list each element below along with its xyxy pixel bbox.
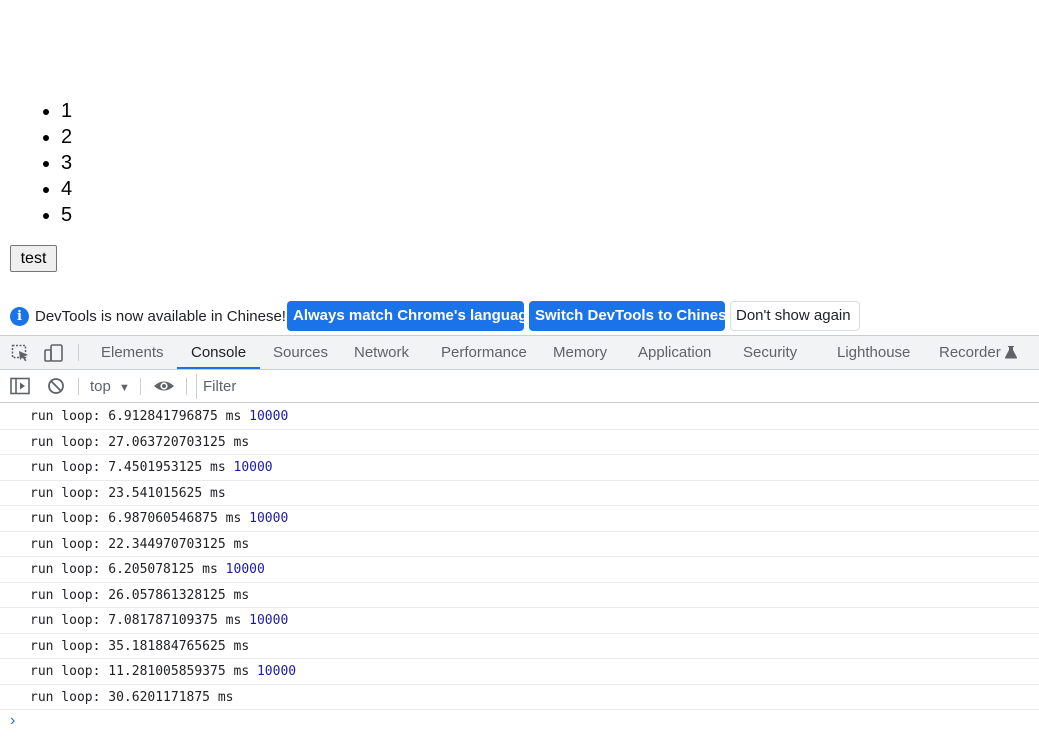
infobar-message: DevTools is now available in Chinese! [35, 308, 286, 325]
message-count: 10000 [249, 511, 289, 526]
always-match-language-button[interactable]: Always match Chrome's language [287, 301, 536, 331]
live-expression-icon[interactable] [153, 377, 175, 395]
console-message: run loop: 7.081787109375 ms 10000 [0, 608, 1039, 634]
message-count: 10000 [256, 664, 297, 679]
console-prompt-icon[interactable]: › [10, 711, 15, 731]
console-message: run loop: 22.344970703125 ms [0, 532, 1039, 557]
dont-show-again-button[interactable]: Don't show again [730, 301, 860, 331]
clear-console-icon[interactable] [46, 377, 66, 395]
message-count: 10000 [249, 613, 289, 628]
list-item: 1 [61, 98, 72, 124]
inspect-element-icon[interactable] [11, 344, 31, 362]
context-label: top [90, 378, 111, 395]
console-toolbar: top ▼ [0, 370, 1039, 403]
devtools-panel: i DevTools is now available in Chinese! … [0, 300, 1039, 742]
console-message: run loop: 30.6201171875 ms [0, 685, 1039, 710]
message-text: run loop: 11.281005859375 ms [30, 664, 250, 679]
devtools-tabbar: Elements Console Sources Network Perform… [0, 335, 1039, 370]
filter-input[interactable] [196, 374, 1039, 399]
message-text: run loop: 6.912841796875 ms [30, 409, 242, 424]
message-text: run loop: 27.063720703125 ms [30, 434, 250, 450]
message-text: run loop: 30.6201171875 ms [30, 689, 234, 705]
context-selector[interactable]: top ▼ [90, 378, 130, 395]
list-item: 2 [61, 124, 72, 150]
switch-to-chinese-button[interactable]: Switch DevTools to Chinese [529, 301, 735, 331]
console-message: run loop: 11.281005859375 ms 10000 [0, 659, 1039, 685]
toolbar-divider [186, 378, 187, 395]
message-text: run loop: 6.987060546875 ms [30, 511, 242, 526]
console-message: run loop: 6.205078125 ms 10000 [0, 557, 1039, 583]
console-message: run loop: 23.541015625 ms [0, 481, 1039, 506]
console-message: run loop: 35.181884765625 ms [0, 634, 1039, 659]
device-toolbar-icon[interactable] [44, 344, 64, 362]
list-item: 4 [61, 176, 72, 202]
message-text: run loop: 7.081787109375 ms [30, 613, 242, 628]
message-text: run loop: 6.205078125 ms [30, 562, 218, 577]
toolbar-divider [78, 344, 79, 361]
message-count: 10000 [249, 409, 289, 424]
tab-elements[interactable]: Elements [101, 336, 164, 369]
list-item: 5 [61, 202, 72, 228]
message-text: run loop: 26.057861328125 ms [30, 587, 250, 603]
dropdown-arrow-icon: ▼ [119, 382, 130, 394]
tab-sources[interactable]: Sources [273, 336, 328, 369]
tab-security[interactable]: Security [743, 336, 797, 369]
console-message: run loop: 7.4501953125 ms 10000 [0, 455, 1039, 481]
message-count: 10000 [225, 562, 265, 577]
test-button[interactable]: test [10, 245, 57, 272]
console-message: run loop: 27.063720703125 ms [0, 430, 1039, 455]
tab-recorder[interactable]: Recorder [939, 336, 1001, 369]
console-message: run loop: 6.912841796875 ms 10000 [0, 404, 1039, 430]
message-text: run loop: 23.541015625 ms [30, 485, 226, 501]
language-infobar: i DevTools is now available in Chinese! … [0, 300, 1039, 335]
toolbar-divider [140, 378, 141, 395]
tab-network[interactable]: Network [354, 336, 409, 369]
tab-lighthouse[interactable]: Lighthouse [837, 336, 910, 369]
message-text: run loop: 22.344970703125 ms [30, 536, 250, 552]
page-content: 1 2 3 4 5 test [0, 0, 1039, 300]
console-message: run loop: 6.987060546875 ms 10000 [0, 506, 1039, 532]
experiment-flask-icon [1004, 345, 1018, 359]
tab-performance[interactable]: Performance [441, 336, 527, 369]
info-icon: i [10, 307, 29, 326]
number-list: 1 2 3 4 5 [0, 98, 72, 228]
message-text: run loop: 7.4501953125 ms [30, 460, 226, 475]
show-sidebar-icon[interactable] [10, 377, 30, 395]
message-count: 10000 [233, 460, 273, 475]
list-item: 3 [61, 150, 72, 176]
console-message: run loop: 26.057861328125 ms [0, 583, 1039, 608]
console-output: run loop: 6.912841796875 ms 10000 run lo… [0, 404, 1039, 710]
message-text: run loop: 35.181884765625 ms [30, 638, 250, 654]
tab-console[interactable]: Console [176, 336, 261, 369]
tab-application[interactable]: Application [638, 336, 711, 369]
toolbar-divider [78, 378, 79, 395]
tab-memory[interactable]: Memory [553, 336, 607, 369]
